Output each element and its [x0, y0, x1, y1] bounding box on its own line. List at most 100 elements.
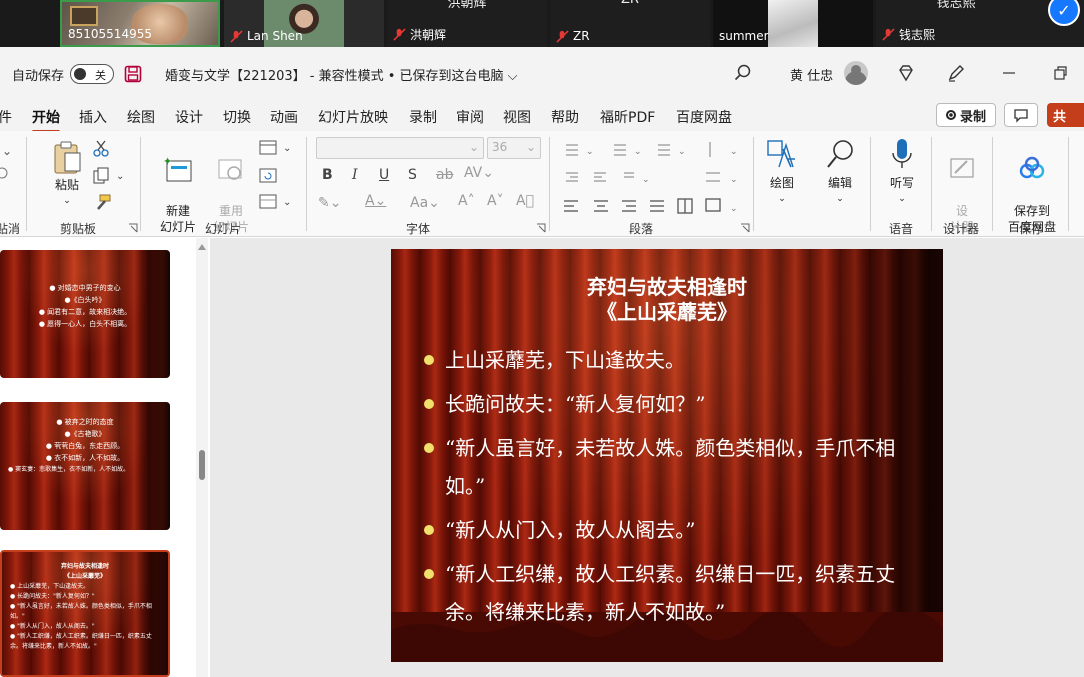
tab-baidu-netdisk[interactable]: 百度网盘	[676, 107, 732, 127]
reset-icon[interactable]	[259, 167, 281, 185]
dictate-button[interactable]: 听写 ⌄	[880, 137, 924, 207]
slide-bullet: “新人虽言好，未若故人姝。颜色类相似，手爪不相如。”	[421, 429, 903, 505]
shadow-icon[interactable]: S	[408, 167, 417, 183]
slide-thumbnail[interactable]: ● 被弃之时的态度 ●《古艳歌》 ● 茕茕白兔，东走西顾。 ● 衣不如新，人不如…	[0, 402, 170, 530]
slide-title-line: 弃妇与故夫相逢时	[587, 275, 747, 299]
tab-view[interactable]: 视图	[503, 107, 531, 127]
tab-review[interactable]: 审阅	[456, 107, 484, 127]
video-tile[interactable]: 85105514955	[60, 0, 220, 47]
editing-button[interactable]: 编辑 ⌄	[818, 137, 862, 207]
save-icon[interactable]	[124, 65, 142, 83]
ribbon-home: ⌄ 贴消 粘贴 ⌄ ⌄ 剪贴板 ✦ 新建 幻灯片 重用 幻灯片 ⌄ ⌄ 幻灯片 …	[0, 131, 1084, 237]
grow-font-icon[interactable]: A˄	[458, 193, 475, 209]
paste-label: 粘贴	[54, 178, 79, 192]
toggle-state: 关	[95, 69, 107, 82]
participant-top-name: 洪朝辉	[447, 0, 487, 11]
slide-thumbnail-selected[interactable]: 弃妇与故夫相逢时 《上山采蘼芜》 ● 上山采蘼芜，下山逢故夫。 ● 长跪问故夫：…	[0, 550, 170, 677]
format-painter-icon[interactable]	[92, 193, 112, 213]
change-case-icon[interactable]: Aa⌄	[410, 195, 440, 211]
highlight-icon[interactable]: ✎⌄	[318, 195, 341, 211]
video-tile[interactable]: Lan Shen	[224, 0, 384, 47]
thumbnail-text: ● 闻君有二意，故来相决绝。	[38, 308, 132, 316]
video-tile[interactable]: ZR ZR	[550, 0, 710, 47]
comments-button[interactable]	[1004, 103, 1038, 127]
thumbnail-text: ● 对婚恋中男子的变心	[49, 284, 121, 292]
font-color-icon[interactable]: A⌄	[365, 193, 386, 209]
user-name[interactable]: 黄 仕忠	[790, 65, 833, 84]
paste-button[interactable]: 粘贴 ⌄	[47, 139, 87, 209]
minimize-icon[interactable]	[999, 63, 1019, 83]
section-icon[interactable]: ⌄	[259, 193, 295, 211]
scroll-up-icon[interactable]	[198, 244, 206, 250]
tab-insert[interactable]: 插入	[79, 107, 107, 127]
video-tile[interactable]: summer	[713, 0, 873, 47]
chevron-down-icon: ⌄	[898, 194, 906, 204]
tab-help[interactable]: 帮助	[551, 107, 579, 127]
drawing-button[interactable]: 绘图 ⌄	[760, 137, 804, 207]
char-spacing-icon[interactable]: AV⌄	[464, 165, 494, 181]
slide-title: 弃妇与故夫相逢时 《上山采蘼芜》	[391, 275, 943, 325]
meeting-video-strip: 85105514955 Lan Shen 洪朝辉 洪朝辉 ZR ZR summe…	[0, 0, 1084, 47]
font-name-select[interactable]: ⌄	[316, 137, 484, 159]
chevron-down-icon: ⌄	[468, 140, 479, 154]
dialog-launcher-icon[interactable]	[536, 223, 546, 233]
layout-icon[interactable]: ⌄	[259, 139, 295, 157]
cut-icon[interactable]	[92, 139, 110, 157]
search-icon[interactable]	[733, 63, 753, 83]
restore-icon[interactable]	[1050, 63, 1070, 83]
tab-slideshow[interactable]: 幻灯片放映	[318, 107, 388, 127]
slide-thumbnail[interactable]: ● 对婚恋中男子的变心 ●《白头吟》 ● 闻君有二意，故来相决绝。 ● 愿得一心…	[0, 250, 170, 378]
title-bar: 自动保存 关 婚变与文学【221203】 - 兼容性模式 • 已保存到这台电脑 …	[0, 47, 1084, 101]
clear-format-icon[interactable]: A⃠	[516, 193, 534, 209]
group-label-partial: 贴消	[0, 222, 21, 236]
comment-icon	[1014, 109, 1028, 123]
group-divider	[992, 137, 993, 231]
video-tile[interactable]: 钱志熙 钱志熙 ✓	[876, 0, 1084, 47]
video-tile[interactable]: 洪朝辉 洪朝辉	[387, 0, 547, 47]
dialog-launcher-icon[interactable]	[740, 223, 750, 233]
participant-top-name: ZR	[621, 0, 639, 7]
slide-thumbnail-pane: ● 对婚恋中男子的变心 ●《白头吟》 ● 闻君有二意，故来相决绝。 ● 愿得一心…	[0, 238, 190, 677]
group-divider	[753, 137, 754, 231]
strikethrough-icon[interactable]: ab	[436, 167, 453, 183]
document-title[interactable]: 婚变与文学【221203】 - 兼容性模式 • 已保存到这台电脑 ⌵	[165, 65, 518, 84]
current-slide[interactable]: 弃妇与故夫相逢时 《上山采蘼芜》 上山采蘼芜，下山逢故夫。 长跪问故夫：“新人复…	[391, 249, 943, 662]
avatar[interactable]	[844, 61, 868, 85]
tab-foxit-pdf[interactable]: 福昕PDF	[600, 107, 655, 127]
thumbnail-text: ● 长跪问故夫："新人复何如？"	[10, 593, 95, 600]
underline-icon[interactable]: U	[379, 167, 389, 183]
tab-animations[interactable]: 动画	[270, 107, 298, 127]
diamond-icon[interactable]	[896, 63, 916, 83]
thumbnail-text: ● 窦玄妻：悲歌集生，衣不如新，人不如故。	[8, 466, 130, 473]
font-size-select[interactable]: 36 ⌄	[487, 137, 541, 159]
autosave-toggle[interactable]: 关	[70, 64, 115, 84]
pen-icon[interactable]	[946, 63, 966, 83]
scrollbar-thumb[interactable]	[199, 450, 205, 480]
shrink-font-icon[interactable]: A˅	[487, 193, 504, 209]
new-slide-button[interactable]: ✦ 新建 幻灯片	[150, 139, 206, 235]
participant-name: ZR	[573, 29, 590, 43]
slide-bullet: 上山采蘼芜，下山逢故夫。	[421, 341, 903, 379]
share-button[interactable]: 共	[1047, 103, 1084, 127]
cloud-icon	[1019, 156, 1045, 179]
group-label-designer: 设计器	[943, 222, 980, 236]
tab-transitions[interactable]: 切换	[223, 107, 251, 127]
tab-record[interactable]: 录制	[409, 107, 437, 127]
group-divider	[26, 137, 27, 231]
dialog-launcher-icon[interactable]	[128, 223, 138, 233]
italic-icon[interactable]: I	[352, 167, 358, 183]
tab-draw[interactable]: 绘图	[127, 107, 155, 127]
copy-icon[interactable]: ⌄	[92, 167, 126, 185]
bold-icon[interactable]: B	[322, 167, 333, 183]
record-button[interactable]: 录制	[936, 103, 996, 127]
tab-file[interactable]: 件	[0, 107, 12, 127]
expand-icon[interactable]: ✓	[1048, 0, 1080, 26]
tab-home[interactable]: 开始	[32, 107, 60, 133]
participant-avatar	[768, 0, 818, 47]
tab-design[interactable]: 设计	[175, 107, 203, 127]
font-size-value: 36	[492, 140, 508, 154]
slide-title-line: 《上山采蘼芜》	[597, 300, 737, 324]
mic-muted-icon	[556, 29, 569, 43]
participant-top-name: 钱志熙	[936, 0, 976, 11]
thumbnail-scrollbar[interactable]	[196, 238, 208, 677]
